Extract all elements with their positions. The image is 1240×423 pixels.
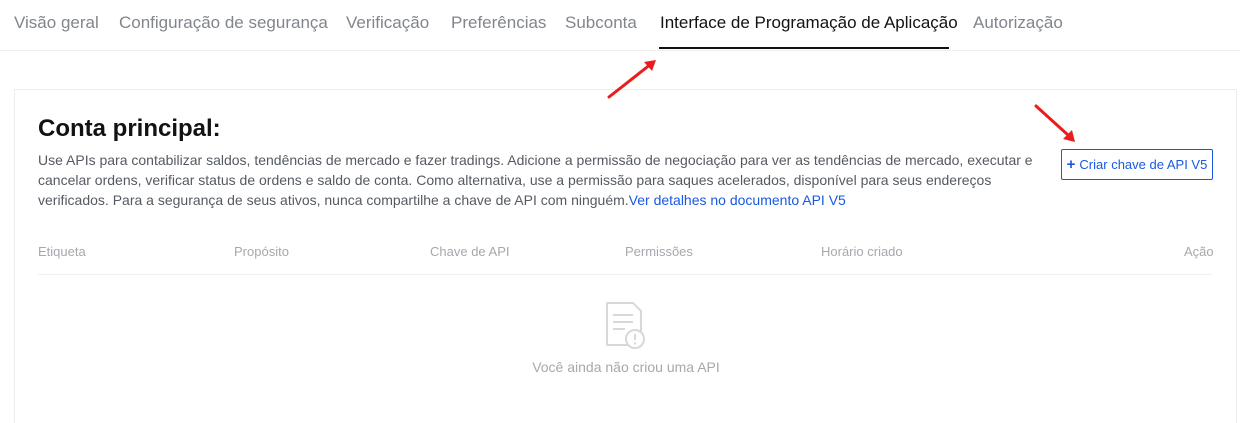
tab-authorization[interactable]: Autorização	[973, 13, 1063, 33]
tab-api[interactable]: Interface de Programação de Aplicação	[660, 13, 958, 33]
description-text: Use APIs para contabilizar saldos, tendê…	[38, 152, 1033, 208]
table-header-divider	[38, 274, 1212, 275]
annotation-arrow-icon	[1034, 104, 1075, 142]
tab-verification[interactable]: Verificação	[346, 13, 429, 33]
empty-state-message: Você ainda não criou uma API	[532, 359, 720, 375]
column-header-permissions: Permissões	[625, 244, 693, 259]
tab-preferences[interactable]: Preferências	[451, 13, 546, 33]
api-doc-link[interactable]: Ver detalhes no documento API V5	[629, 192, 846, 208]
create-api-key-button[interactable]: + Criar chave de API V5	[1061, 149, 1213, 180]
api-management-page: Visão geral Configuração de segurança Ve…	[0, 0, 1240, 423]
active-tab-indicator	[659, 47, 949, 49]
tab-subaccount[interactable]: Subconta	[565, 13, 637, 33]
column-header-api-key: Chave de API	[430, 244, 510, 259]
section-description: Use APIs para contabilizar saldos, tendê…	[38, 150, 1048, 210]
tab-overview[interactable]: Visão geral	[14, 13, 99, 33]
annotation-arrow-icon	[607, 60, 656, 99]
column-header-label: Etiqueta	[38, 244, 86, 259]
create-api-key-label: Criar chave de API V5	[1079, 157, 1208, 172]
tab-security-settings[interactable]: Configuração de segurança	[119, 13, 328, 33]
section-title: Conta principal:	[38, 115, 221, 142]
column-header-action: Ação	[1184, 244, 1214, 259]
plus-icon: +	[1066, 156, 1076, 173]
document-warning-icon	[606, 302, 645, 349]
column-header-purpose: Propósito	[234, 244, 289, 259]
column-header-created-time: Horário criado	[821, 244, 903, 259]
tab-bar: Visão geral Configuração de segurança Ve…	[0, 0, 1240, 51]
